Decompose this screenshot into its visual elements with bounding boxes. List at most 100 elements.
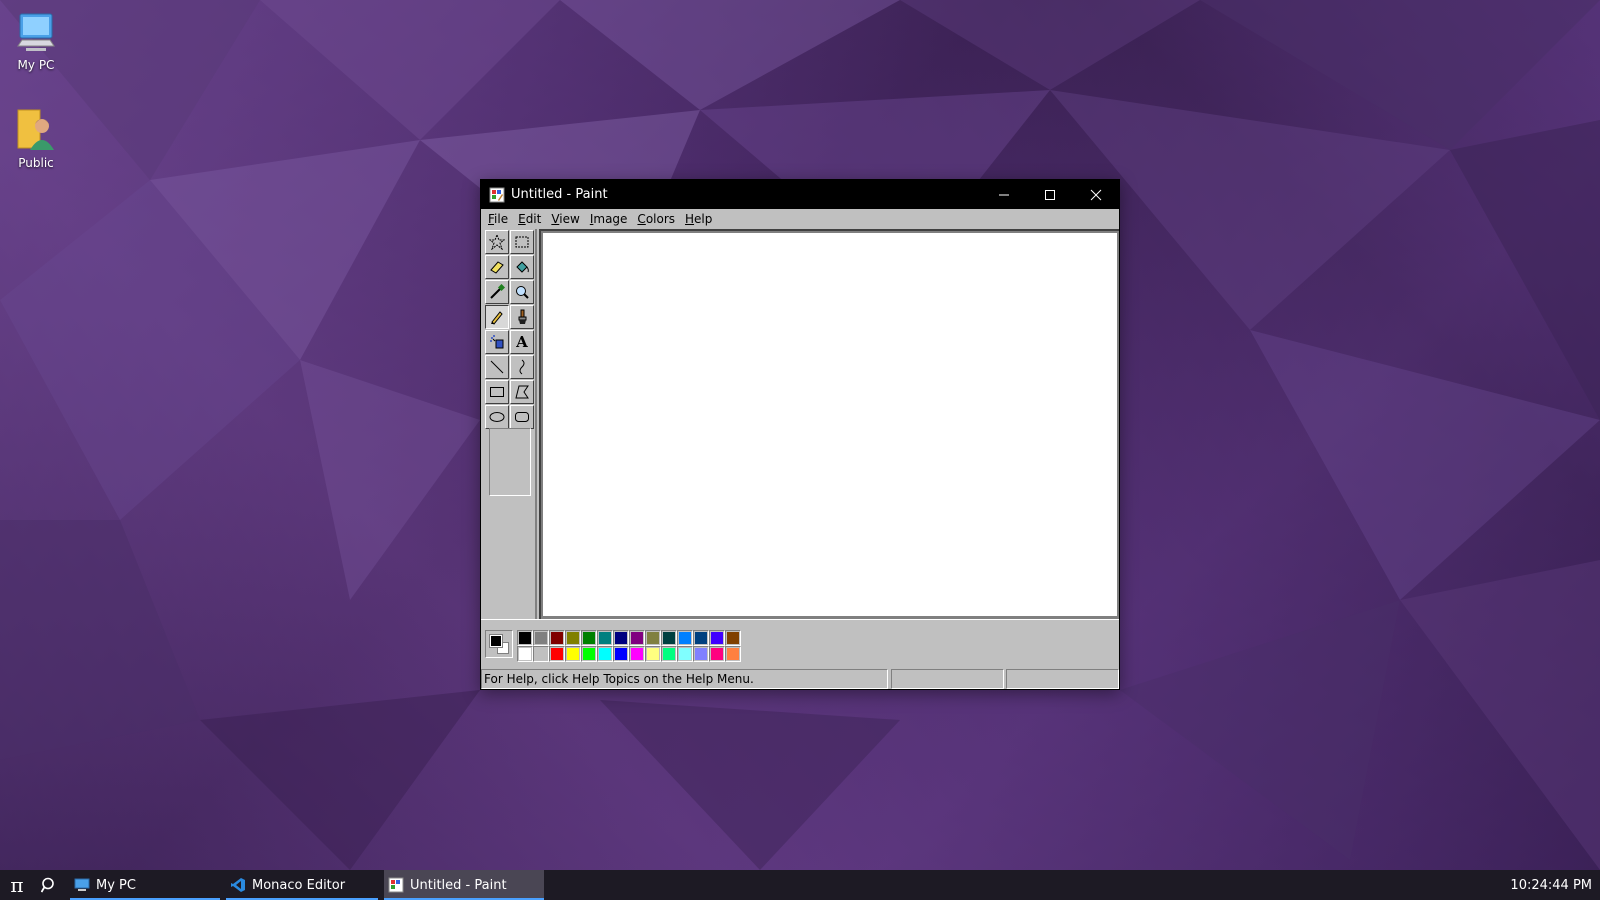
title-bar[interactable]: Untitled - Paint: [481, 180, 1119, 209]
menu-file[interactable]: File: [483, 212, 513, 226]
airbrush-tool[interactable]: [485, 330, 509, 354]
polygon-icon: [515, 385, 529, 399]
palette-swatch[interactable]: [565, 630, 581, 646]
ellipse-icon: [489, 412, 505, 422]
line-icon: [490, 360, 504, 374]
text-tool[interactable]: A: [510, 330, 534, 354]
palette-swatch[interactable]: [565, 646, 581, 662]
menu-view[interactable]: View: [546, 212, 584, 226]
menu-image[interactable]: Image: [585, 212, 633, 226]
palette-swatch[interactable]: [517, 630, 533, 646]
palette-swatch[interactable]: [677, 630, 693, 646]
polygon-tool[interactable]: [510, 380, 534, 404]
computer-icon: [12, 8, 60, 56]
maximize-button[interactable]: [1027, 180, 1073, 209]
palette-swatch[interactable]: [613, 630, 629, 646]
task-untitled-paint[interactable]: Untitled - Paint: [384, 870, 544, 900]
paint-icon: [489, 187, 505, 203]
foreground-color: [489, 634, 503, 648]
palette-swatches: [517, 630, 741, 662]
palette-swatch[interactable]: [533, 630, 549, 646]
palette-swatch[interactable]: [597, 646, 613, 662]
palette-swatch[interactable]: [709, 646, 725, 662]
free-form-select-tool[interactable]: [485, 230, 509, 254]
fill-tool[interactable]: [510, 255, 534, 279]
menu-colors[interactable]: Colors: [632, 212, 680, 226]
palette-swatch[interactable]: [709, 630, 725, 646]
computer-icon: [74, 878, 90, 891]
palette-swatch[interactable]: [549, 646, 565, 662]
ellipse-tool[interactable]: [485, 405, 509, 429]
toolbox: A: [481, 229, 537, 619]
desktop-icon-public[interactable]: Public: [0, 106, 72, 170]
canvas-area: [539, 229, 1119, 619]
drawing-canvas[interactable]: [543, 233, 1117, 616]
palette-swatch[interactable]: [725, 630, 741, 646]
clock[interactable]: 10:24:44 PM: [1510, 870, 1592, 900]
menu-bar: File Edit View Image Colors Help: [481, 209, 1119, 229]
palette-swatch[interactable]: [581, 630, 597, 646]
user-folder-icon: [12, 106, 60, 154]
vscode-icon: [231, 878, 245, 892]
paint-client-area: A: [481, 229, 1119, 619]
curve-icon: [519, 359, 525, 375]
palette-swatch[interactable]: [725, 646, 741, 662]
palette-swatch[interactable]: [693, 630, 709, 646]
fill-bucket-icon: [516, 261, 529, 273]
desktop-icon-label: Public: [18, 156, 54, 170]
rectangle-tool[interactable]: [485, 380, 509, 404]
free-form-select-icon: [489, 234, 505, 250]
eraser-icon: [490, 261, 504, 274]
minimize-icon: [999, 194, 1009, 195]
current-colors[interactable]: [485, 630, 513, 658]
task-label: My PC: [96, 877, 136, 893]
close-button[interactable]: [1073, 180, 1119, 209]
desktop-icon-my-pc[interactable]: My PC: [0, 8, 72, 72]
magnifier-icon: [516, 286, 529, 299]
palette-swatch[interactable]: [693, 646, 709, 662]
pick-color-tool[interactable]: [485, 280, 509, 304]
palette-swatch[interactable]: [613, 646, 629, 662]
palette-swatch[interactable]: [645, 646, 661, 662]
palette-swatch[interactable]: [517, 646, 533, 662]
palette-swatch[interactable]: [677, 646, 693, 662]
select-icon: [515, 236, 529, 248]
tool-options-box[interactable]: [489, 428, 531, 496]
select-tool[interactable]: [510, 230, 534, 254]
close-icon: [1090, 189, 1102, 200]
text-icon: A: [516, 333, 528, 351]
paint-window: Untitled - Paint File Edit View Image Co…: [480, 179, 1120, 690]
rectangle-icon: [490, 387, 504, 397]
magnifier-tool[interactable]: [510, 280, 534, 304]
minimize-button[interactable]: [981, 180, 1027, 209]
palette-swatch[interactable]: [629, 646, 645, 662]
status-bar: For Help, click Help Topics on the Help …: [481, 669, 1119, 689]
pencil-tool[interactable]: [485, 305, 509, 329]
menu-edit[interactable]: Edit: [513, 212, 546, 226]
rounded-rectangle-icon: [515, 412, 529, 422]
palette-swatch[interactable]: [661, 646, 677, 662]
palette-swatch[interactable]: [645, 630, 661, 646]
task-my-pc[interactable]: My PC: [70, 870, 220, 900]
eraser-tool[interactable]: [485, 255, 509, 279]
maximize-icon: [1045, 189, 1055, 200]
curve-tool[interactable]: [510, 355, 534, 379]
task-monaco-editor[interactable]: Monaco Editor: [226, 870, 378, 900]
paint-icon: [388, 877, 404, 893]
search-button[interactable]: [34, 870, 64, 900]
line-tool[interactable]: [485, 355, 509, 379]
pick-color-icon: [490, 284, 505, 299]
brush-tool[interactable]: [510, 305, 534, 329]
window-title: Untitled - Paint: [511, 187, 608, 202]
palette-swatch[interactable]: [581, 646, 597, 662]
palette-swatch[interactable]: [549, 630, 565, 646]
status-help-text: For Help, click Help Topics on the Help …: [481, 669, 888, 689]
rounded-rectangle-tool[interactable]: [510, 405, 534, 429]
menu-help[interactable]: Help: [680, 212, 717, 226]
palette-swatch[interactable]: [533, 646, 549, 662]
palette-swatch[interactable]: [629, 630, 645, 646]
palette-swatch[interactable]: [597, 630, 613, 646]
start-button[interactable]: π: [0, 870, 34, 900]
palette-swatch[interactable]: [661, 630, 677, 646]
color-palette: [481, 619, 1119, 669]
